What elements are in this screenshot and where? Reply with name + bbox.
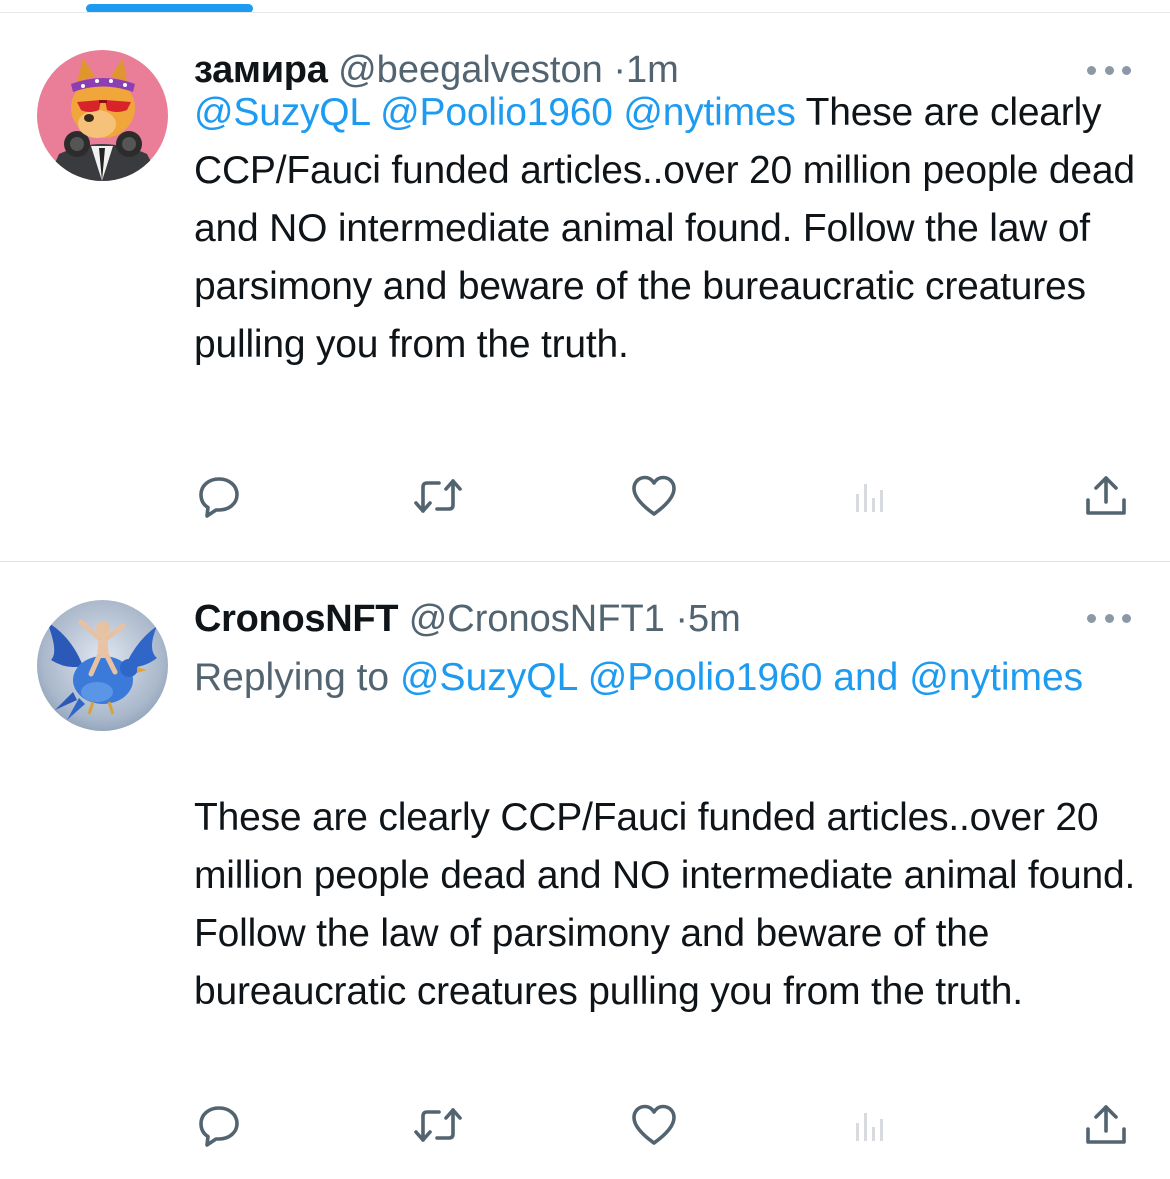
tweet-1[interactable]: замира @beegalveston ·1m @SuzyQL @Poolio… — [0, 13, 1170, 561]
tweet-2[interactable]: CronosNFT @CronosNFT1 ·5m Replying to @S… — [0, 562, 1170, 1179]
more-dot-icon — [1104, 613, 1114, 623]
like-icon — [632, 1104, 676, 1145]
avatar-cronosnft[interactable] — [37, 600, 168, 731]
reply-button[interactable] — [189, 1095, 249, 1155]
display-name[interactable]: CronosNFT — [194, 598, 398, 640]
more-dot-icon — [1087, 613, 1096, 623]
more-dot-icon — [1122, 65, 1131, 75]
separator-dot: · — [675, 598, 689, 640]
reply-button[interactable] — [189, 466, 249, 526]
views-icon — [856, 484, 883, 512]
tweet-actions — [0, 466, 1170, 526]
share-button[interactable] — [1076, 466, 1136, 526]
more-options-button[interactable] — [1087, 62, 1131, 78]
like-button[interactable] — [624, 466, 684, 526]
replying-and-link[interactable]: and — [833, 656, 898, 699]
retweet-button[interactable] — [408, 1095, 468, 1155]
mention-link[interactable]: @Poolio1960 — [380, 91, 613, 134]
more-dot-icon — [1122, 613, 1131, 623]
mention-link[interactable]: @nytimes — [909, 656, 1083, 699]
tweet-body: These are clearly CCP/Fauci funded artic… — [194, 796, 1136, 1013]
retweet-button[interactable] — [408, 466, 468, 526]
replying-to: Replying to @SuzyQL @Poolio1960 and @nyt… — [194, 646, 1144, 709]
retweet-icon — [414, 1108, 462, 1142]
mention-link[interactable]: @SuzyQL — [194, 91, 370, 134]
mention-link[interactable]: @Poolio1960 — [588, 656, 823, 699]
tweet-text: @SuzyQL @Poolio1960 @nytimes These are c… — [194, 84, 1144, 374]
mention-link[interactable]: @nytimes — [623, 91, 796, 134]
more-dot-icon — [1087, 65, 1096, 75]
share-icon — [1086, 1105, 1126, 1144]
user-handle[interactable]: @CronosNFT1 — [409, 598, 665, 640]
like-button[interactable] — [624, 1095, 684, 1155]
reply-icon — [199, 477, 239, 518]
more-options-button[interactable] — [1087, 610, 1131, 626]
mention-link[interactable]: @SuzyQL — [400, 656, 577, 699]
reply-icon — [199, 1106, 239, 1147]
more-dot-icon — [1104, 65, 1114, 75]
views-button[interactable] — [840, 466, 900, 526]
timestamp[interactable]: 5m — [688, 598, 741, 640]
tweet-header: CronosNFT @CronosNFT1 ·5m — [194, 596, 741, 642]
figure-riding-bird-avatar-icon — [37, 600, 168, 731]
tweet-text: These are clearly CCP/Fauci funded artic… — [194, 789, 1144, 1021]
views-button[interactable] — [840, 1095, 900, 1155]
avatar-zamira[interactable] — [37, 50, 168, 181]
tweet-actions — [0, 1095, 1170, 1155]
share-button[interactable] — [1076, 1095, 1136, 1155]
views-icon — [856, 1113, 883, 1141]
cartoon-dog-avatar-icon — [37, 50, 168, 181]
like-icon — [632, 475, 676, 516]
retweet-icon — [414, 479, 462, 513]
share-icon — [1086, 476, 1126, 515]
replying-to-label: Replying to — [194, 656, 390, 699]
